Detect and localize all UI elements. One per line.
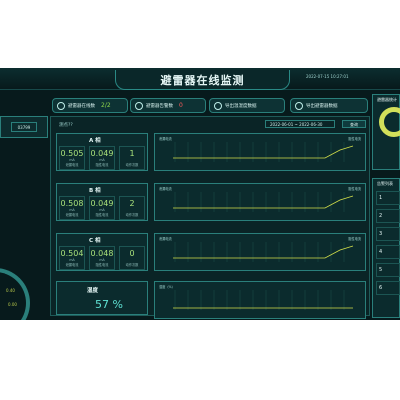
- export-arrester-button[interactable]: 导出避雷器数据: [290, 98, 368, 113]
- cloud-download-icon: [214, 101, 222, 110]
- alarm-count-card[interactable]: 避雷器告警数 0: [130, 98, 206, 113]
- main-panel: 测点?? 2022-06-01 ~ 2022-06-30 查询 A 相 0.505…: [50, 116, 370, 319]
- leak-current-label: 泄漏电流: [65, 263, 79, 267]
- resistive-current-label: 阻性电流: [95, 263, 109, 267]
- phase-name: A 相: [89, 138, 101, 144]
- leak-current-value: 0.505: [60, 149, 84, 158]
- date-start: 2022-06-01: [270, 122, 294, 127]
- gauge-value-1: 0.40: [6, 288, 15, 293]
- resistive-current-metric: 0.049 mA 阻性电流: [89, 146, 115, 170]
- date-end: 2022-06-30: [299, 122, 323, 127]
- alarm-count: 0: [179, 102, 183, 109]
- list-item[interactable]: 2: [376, 209, 400, 223]
- breadcrumb[interactable]: 测点??: [59, 122, 73, 128]
- export-env-button[interactable]: 导出温湿度数据: [209, 98, 285, 113]
- query-button[interactable]: 查询: [342, 120, 366, 128]
- list-item[interactable]: 4: [376, 245, 400, 259]
- chart-plot: [173, 290, 353, 310]
- phase-a-card: A 相 0.505 mA 泄漏电流 0.049 mA 阻性电流 1 动作次数: [56, 133, 148, 171]
- list-item[interactable]: 6: [376, 281, 400, 295]
- list-item[interactable]: 5: [376, 263, 400, 277]
- action-count-metric: 1 动作次数: [119, 146, 145, 170]
- resistive-current-metric: 0.048 mA 阻性电流: [89, 246, 115, 270]
- gauge-arc: [0, 268, 30, 320]
- list-item[interactable]: 3: [376, 227, 400, 241]
- list-item[interactable]: 1: [376, 191, 400, 205]
- alarm-label: 避雷器告警数: [146, 103, 173, 109]
- phase-name: B 相: [89, 188, 101, 194]
- leak-current-label: 泄漏电流: [65, 213, 79, 217]
- action-count-label: 动作次数: [125, 263, 139, 267]
- resistive-current-label: 阻性电流: [95, 213, 109, 217]
- left-info-box: 03799: [0, 116, 48, 138]
- date-range-picker[interactable]: 2022-06-01 ~ 2022-06-30: [265, 120, 335, 128]
- online-count-card[interactable]: 避雷器在线数 2/2: [52, 98, 128, 113]
- chart-plot: [173, 242, 354, 262]
- page-title: 避雷器在线监测: [160, 74, 245, 87]
- right-panel-a-title: 避雷器统计: [377, 97, 397, 102]
- leak-current-metric: 0.504 mA 泄漏电流: [59, 246, 85, 270]
- current-trend-chart: 泄漏电流 阻性电流: [154, 233, 366, 271]
- phase-b-card: B 相 0.508 mA 泄漏电流 0.049 mA 阻性电流 2 动作次数: [56, 183, 148, 221]
- action-count-label: 动作次数: [125, 163, 139, 167]
- cloud-download-icon: [295, 101, 303, 110]
- series-line: [173, 245, 354, 259]
- humidity-card: 湿度 57 %: [56, 281, 148, 315]
- donut-ring: [379, 107, 400, 137]
- right-list-panel: 告警列表 1 2 3 4 5 6: [372, 178, 400, 318]
- humidity-label: 湿度: [87, 288, 99, 294]
- leak-current-value: 0.508: [60, 199, 84, 208]
- right-stats-panel: 避雷器统计: [372, 94, 400, 170]
- export-env-label: 导出温湿度数据: [225, 103, 257, 109]
- dashboard-screen: 避雷器在线监测 2022-07-15 10:27:01 避雷器在线数 2/2 避…: [0, 68, 400, 320]
- chart-plot: [173, 142, 354, 162]
- resistive-current-metric: 0.049 mA 阻性电流: [89, 196, 115, 220]
- series-line: [173, 195, 354, 209]
- resistive-current-label: 阻性电流: [95, 163, 109, 167]
- right-panel-b-title: 告警列表: [377, 181, 393, 186]
- humidity-value: 57 %: [95, 298, 123, 311]
- action-count-value: 1: [129, 149, 135, 158]
- current-trend-chart: 泄漏电流 阻性电流: [154, 183, 366, 221]
- monitor-icon: [135, 101, 143, 110]
- current-trend-chart: 泄漏电流 阻性电流: [154, 133, 366, 171]
- gauge-value-2: 0.00: [8, 302, 17, 307]
- online-label: 避雷器在线数: [68, 103, 95, 109]
- leak-current-label: 泄漏电流: [65, 163, 79, 167]
- left-value: 03799: [11, 122, 37, 132]
- phase-name: C 相: [89, 238, 101, 244]
- series-line: [173, 145, 354, 159]
- action-count-metric: 2 动作次数: [119, 196, 145, 220]
- phase-c-card: C 相 0.504 mA 泄漏电流 0.048 mA 阻性电流 0 动作次数: [56, 233, 148, 271]
- leak-current-metric: 0.505 mA 泄漏电流: [59, 146, 85, 170]
- resistive-current-value: 0.049: [90, 199, 114, 208]
- link-icon: [57, 101, 65, 110]
- online-count: 2/2: [101, 102, 111, 109]
- action-count-value: 2: [129, 199, 135, 208]
- action-count-label: 动作次数: [125, 213, 139, 217]
- leak-current-metric: 0.508 mA 泄漏电流: [59, 196, 85, 220]
- humidity-trend-chart: 湿度（%）: [154, 281, 366, 319]
- datetime: 2022-07-15 10:27:01: [306, 74, 349, 79]
- resistive-current-value: 0.049: [90, 149, 114, 158]
- resistive-current-value: 0.048: [90, 249, 114, 258]
- leak-current-value: 0.504: [60, 249, 84, 258]
- action-count-value: 0: [129, 249, 135, 258]
- chart-plot: [173, 192, 354, 212]
- export-arrester-label: 导出避雷器数据: [306, 103, 338, 109]
- action-count-metric: 0 动作次数: [119, 246, 145, 270]
